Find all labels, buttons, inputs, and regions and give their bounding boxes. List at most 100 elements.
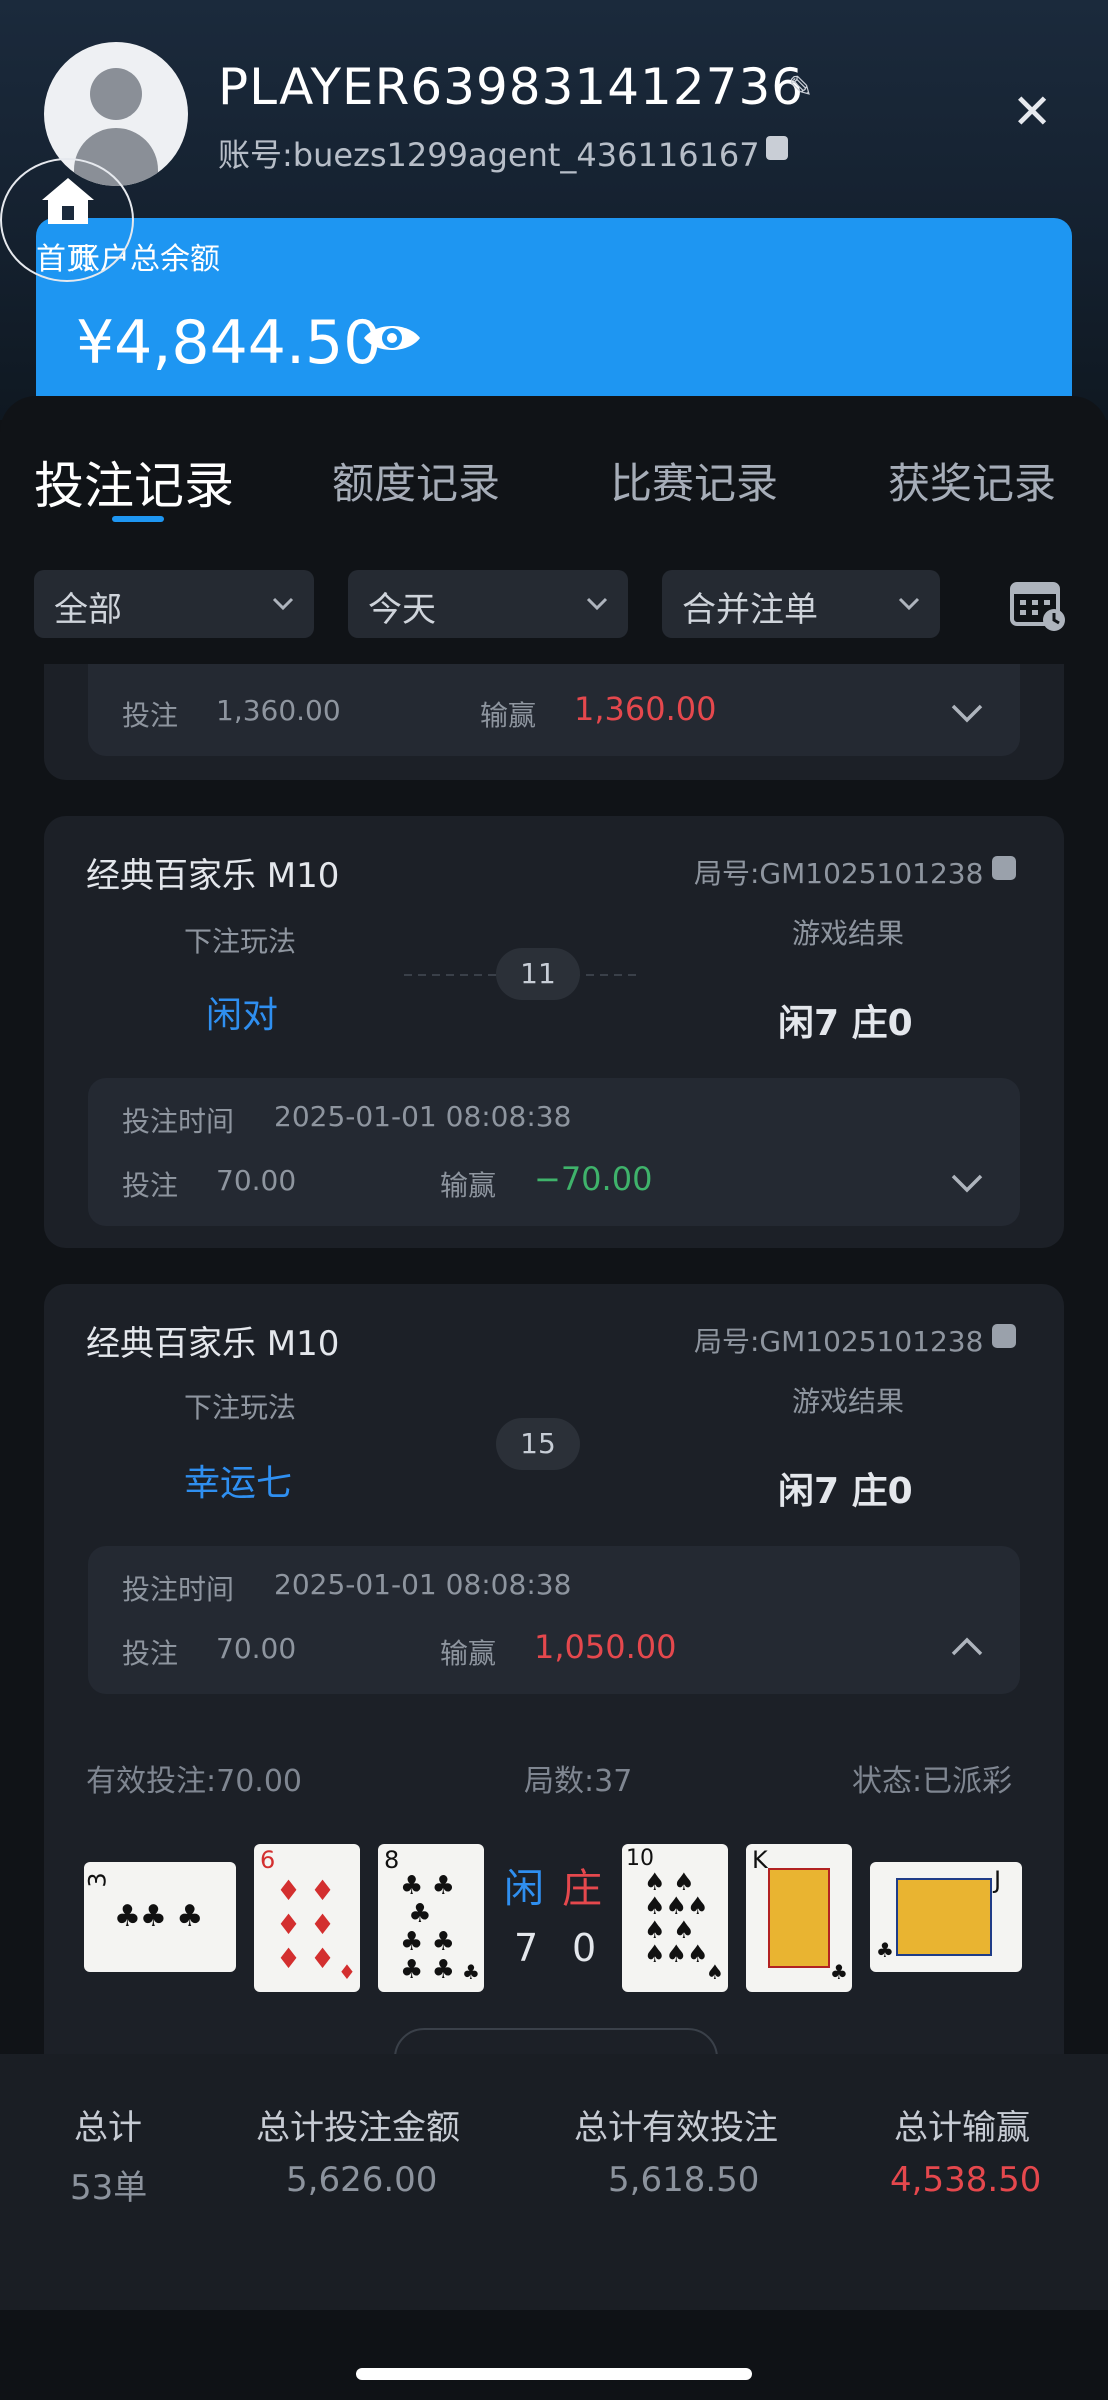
copy-icon[interactable] <box>992 1324 1016 1348</box>
tab-bet-records[interactable]: 投注记录 <box>34 446 234 518</box>
winloss-value: 1,360.00 <box>574 690 717 728</box>
summary-winloss-value: 4,538.50 <box>890 2160 1042 2200</box>
account-id: 账号:buezs1299agent_436116167 <box>218 136 760 174</box>
card-rank: 3 <box>84 1872 112 1888</box>
player-label: 闲 <box>504 1866 544 1912</box>
card-suit: ♣ <box>830 1960 848 1984</box>
chevron-down-icon <box>586 597 608 611</box>
filter-date-select[interactable]: 今天 <box>348 570 628 638</box>
bet-label: 投注 <box>122 699 179 732</box>
tab-award-records[interactable]: 获奖记录 <box>888 450 1056 511</box>
winloss-label: 输赢 <box>480 699 537 732</box>
card-rank: J <box>994 1866 1002 1894</box>
safe-area <box>0 2310 1108 2400</box>
card-suit: ♣ <box>114 1899 141 1934</box>
banker-score: 0 <box>572 1926 597 1970</box>
diamond-icon: ♦ ♦ ♦ ♦ ♦ ♦ <box>276 1874 336 1975</box>
winloss-value: −70.00 <box>534 1160 653 1198</box>
winloss-label: 输赢 <box>440 1637 497 1670</box>
round-id: 局号:GM1025101238 <box>694 1325 984 1358</box>
balance-amount: ¥4,844.50 <box>76 308 382 378</box>
close-icon[interactable]: ✕ <box>1012 88 1052 136</box>
summary-winloss-label: 总计输赢 <box>894 2108 1030 2148</box>
result-label: 游戏结果 <box>792 1385 905 1418</box>
filter-merge-value: 合并注单 <box>682 590 818 630</box>
payout-status: 状态:已派彩 <box>852 1764 1013 1799</box>
summary-bet-amount-label: 总计投注金额 <box>256 2108 460 2148</box>
home-icon <box>42 178 94 224</box>
winloss-label: 输赢 <box>440 1169 497 1202</box>
copy-icon[interactable] <box>766 136 788 160</box>
chevron-down-icon <box>272 597 294 611</box>
round-id: 局号:GM1025101238 <box>694 857 984 890</box>
club-icon: ♣ ♣ <box>140 1899 204 1934</box>
chevron-down-icon[interactable] <box>950 702 984 724</box>
bet-time-label: 投注时间 <box>122 1573 235 1606</box>
summary-bet-amount-value: 5,626.00 <box>286 2160 438 2200</box>
bet-type-label: 下注玩法 <box>184 925 297 958</box>
round-count: 局数:37 <box>524 1764 633 1799</box>
home-indicator[interactable] <box>356 2368 752 2380</box>
bet-time-label: 投注时间 <box>122 1105 235 1138</box>
banker-card: J ♣ <box>870 1862 1022 1972</box>
bet-value: 1,360.00 <box>216 694 341 727</box>
round-counter: 15 <box>496 1418 580 1470</box>
bet-label: 投注 <box>122 1169 179 1202</box>
bet-time-value: 2025-01-01 08:08:38 <box>274 1100 572 1133</box>
bet-time-value: 2025-01-01 08:08:38 <box>274 1568 572 1601</box>
valid-bet: 有效投注:70.00 <box>86 1764 302 1799</box>
jack-face-image <box>896 1878 992 1956</box>
club-icon: ♣ ♣ ♣ ♣ ♣ ♣ ♣ <box>400 1871 455 1985</box>
filter-type-select[interactable]: 全部 <box>34 570 314 638</box>
card-rank: 8 <box>384 1846 400 1874</box>
player-score: 7 <box>514 1926 539 1970</box>
active-tab-indicator <box>112 516 164 522</box>
banker-card: 10 ♠ ♠ ♠♠♠ ♠ ♠ ♠♠♠ ♠ <box>622 1844 728 1992</box>
game-name: 经典百家乐 M10 <box>86 856 340 896</box>
game-result: 闲7 庄0 <box>778 1003 913 1044</box>
summary-total-value: 53单 <box>70 2168 148 2208</box>
bet-value: 70.00 <box>216 1164 297 1197</box>
card-suit: ♦ <box>338 1960 356 1984</box>
bet-type-value: 幸运七 <box>184 1463 293 1504</box>
home-button[interactable]: 首页 <box>0 158 134 282</box>
home-label: 首页 <box>36 242 96 277</box>
filter-merge-select[interactable]: 合并注单 <box>662 570 940 638</box>
banker-label: 庄 <box>562 1866 602 1912</box>
spade-icon: ♠ ♠ ♠♠♠ ♠ ♠ ♠♠♠ <box>644 1868 709 1968</box>
king-face-image <box>768 1868 830 1968</box>
player-name: PLAYER639831412736 <box>218 58 805 116</box>
bet-type-value: 闲对 <box>206 995 279 1036</box>
game-result: 闲7 庄0 <box>778 1471 913 1512</box>
card-rank: 6 <box>260 1846 276 1874</box>
copy-icon[interactable] <box>992 856 1016 880</box>
eye-icon[interactable] <box>362 320 422 356</box>
calendar-icon[interactable] <box>1008 578 1068 634</box>
card-rank: K <box>752 1846 768 1874</box>
chevron-down-icon[interactable] <box>950 1172 984 1194</box>
card-suit: ♣ <box>462 1960 480 1984</box>
edit-icon[interactable]: ✎ <box>788 70 813 105</box>
bet-value: 70.00 <box>216 1632 297 1665</box>
game-name: 经典百家乐 M10 <box>86 1324 340 1364</box>
summary-total-label: 总计 <box>74 2108 142 2148</box>
chevron-up-icon[interactable] <box>950 1636 984 1658</box>
chevron-down-icon <box>898 597 920 611</box>
card-suit: ♠ <box>706 1960 724 1984</box>
banker-card: K ♣ <box>746 1844 852 1992</box>
player-card: 8 ♣ ♣ ♣ ♣ ♣ ♣ ♣ ♣ <box>378 1844 484 1992</box>
bet-label: 投注 <box>122 1637 179 1670</box>
avatar-head <box>90 68 142 120</box>
tab-credit-records[interactable]: 额度记录 <box>332 450 500 511</box>
summary-valid-bet-value: 5,618.50 <box>608 2160 760 2200</box>
tab-match-records[interactable]: 比赛记录 <box>610 450 778 511</box>
filter-date-value: 今天 <box>368 590 436 630</box>
card-suit: ♣ <box>876 1938 894 1962</box>
result-label: 游戏结果 <box>792 917 905 950</box>
round-counter: 11 <box>496 948 580 1000</box>
player-card: 3 ♣ ♣ ♣ <box>84 1862 236 1972</box>
filter-type-value: 全部 <box>54 590 122 630</box>
player-card: 6 ♦ ♦ ♦ ♦ ♦ ♦ ♦ <box>254 1844 360 1992</box>
bet-type-label: 下注玩法 <box>184 1391 297 1424</box>
summary-valid-bet-label: 总计有效投注 <box>574 2108 778 2148</box>
